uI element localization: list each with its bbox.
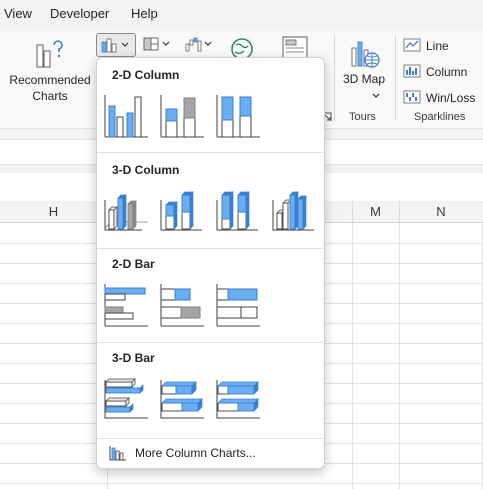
column-header-h[interactable]: H (0, 201, 108, 222)
column-header-m[interactable]: M (352, 201, 400, 222)
chevron-down-icon (204, 41, 212, 46)
hierarchy-chart-icon (143, 37, 159, 51)
menu-developer[interactable]: Developer (50, 6, 109, 21)
sparklines-group-label: Sparklines (414, 111, 466, 123)
100-percent-stacked-bar-chart-option[interactable] (214, 281, 262, 329)
3d-clustered-bar-chart-option[interactable] (102, 374, 150, 422)
menu-help[interactable]: Help (131, 6, 158, 21)
menu-bar: View Developer Help (0, 0, 483, 29)
section-title-3d-column: 3-D Column (112, 163, 180, 177)
3d-stacked-column-chart-option[interactable] (158, 186, 206, 234)
recommended-charts-button[interactable]: Recommended Charts (5, 33, 93, 103)
section-title-2d-column: 2-D Column (112, 68, 180, 82)
chevron-down-icon (372, 93, 380, 98)
100-percent-stacked-column-chart-option[interactable] (214, 92, 262, 140)
sparkline-column-label: Column (426, 65, 468, 79)
3d-column-chart-option[interactable] (270, 186, 318, 234)
waterfall-chart-icon (185, 37, 202, 52)
hierarchy-chart-button[interactable] (139, 33, 175, 55)
more-column-charts-label: More Column Charts... (135, 446, 256, 460)
stacked-bar-chart-option[interactable] (158, 281, 206, 329)
3d-map-icon (351, 41, 380, 68)
stacked-column-chart-option[interactable] (158, 92, 206, 140)
clustered-column-chart-option[interactable] (102, 92, 150, 140)
3d-map-button[interactable]: 3D Map (340, 35, 388, 107)
section-title-3d-bar: 3-D Bar (112, 351, 155, 365)
column-chart-icon (109, 446, 126, 461)
sparkline-line-icon (403, 38, 421, 52)
recommended-charts-icon (36, 40, 63, 68)
clustered-bar-chart-option[interactable] (102, 281, 150, 329)
section-title-2d-bar: 2-D Bar (112, 257, 155, 271)
tours-group-label: Tours (349, 111, 376, 123)
column-chart-icon (101, 38, 117, 53)
sparkline-line-label: Line (426, 39, 449, 53)
sparkline-winloss-label: Win/Loss (426, 91, 476, 105)
sparkline-column-icon (403, 64, 421, 78)
recommended-charts-label: Recommended Charts (9, 73, 91, 103)
menu-view[interactable]: View (4, 6, 32, 21)
waterfall-chart-button[interactable] (181, 33, 217, 55)
3d-100-percent-stacked-bar-chart-option[interactable] (214, 374, 262, 422)
chevron-down-icon (121, 42, 129, 47)
3d-map-label: 3D Map (342, 72, 386, 86)
sparkline-winloss-icon (403, 90, 421, 104)
column-header-n[interactable]: N (399, 201, 483, 222)
3d-100-percent-stacked-column-chart-option[interactable] (214, 186, 262, 234)
column-chart-dropdown: 2-D Column 3-D Column 2-D Bar 3-D Bar Mo… (96, 57, 325, 469)
3d-stacked-bar-chart-option[interactable] (158, 374, 206, 422)
chevron-down-icon (162, 41, 170, 46)
more-column-charts-item[interactable]: More Column Charts... (97, 443, 324, 465)
column-chart-button[interactable] (96, 33, 136, 57)
3d-clustered-column-chart-option[interactable] (102, 186, 150, 234)
